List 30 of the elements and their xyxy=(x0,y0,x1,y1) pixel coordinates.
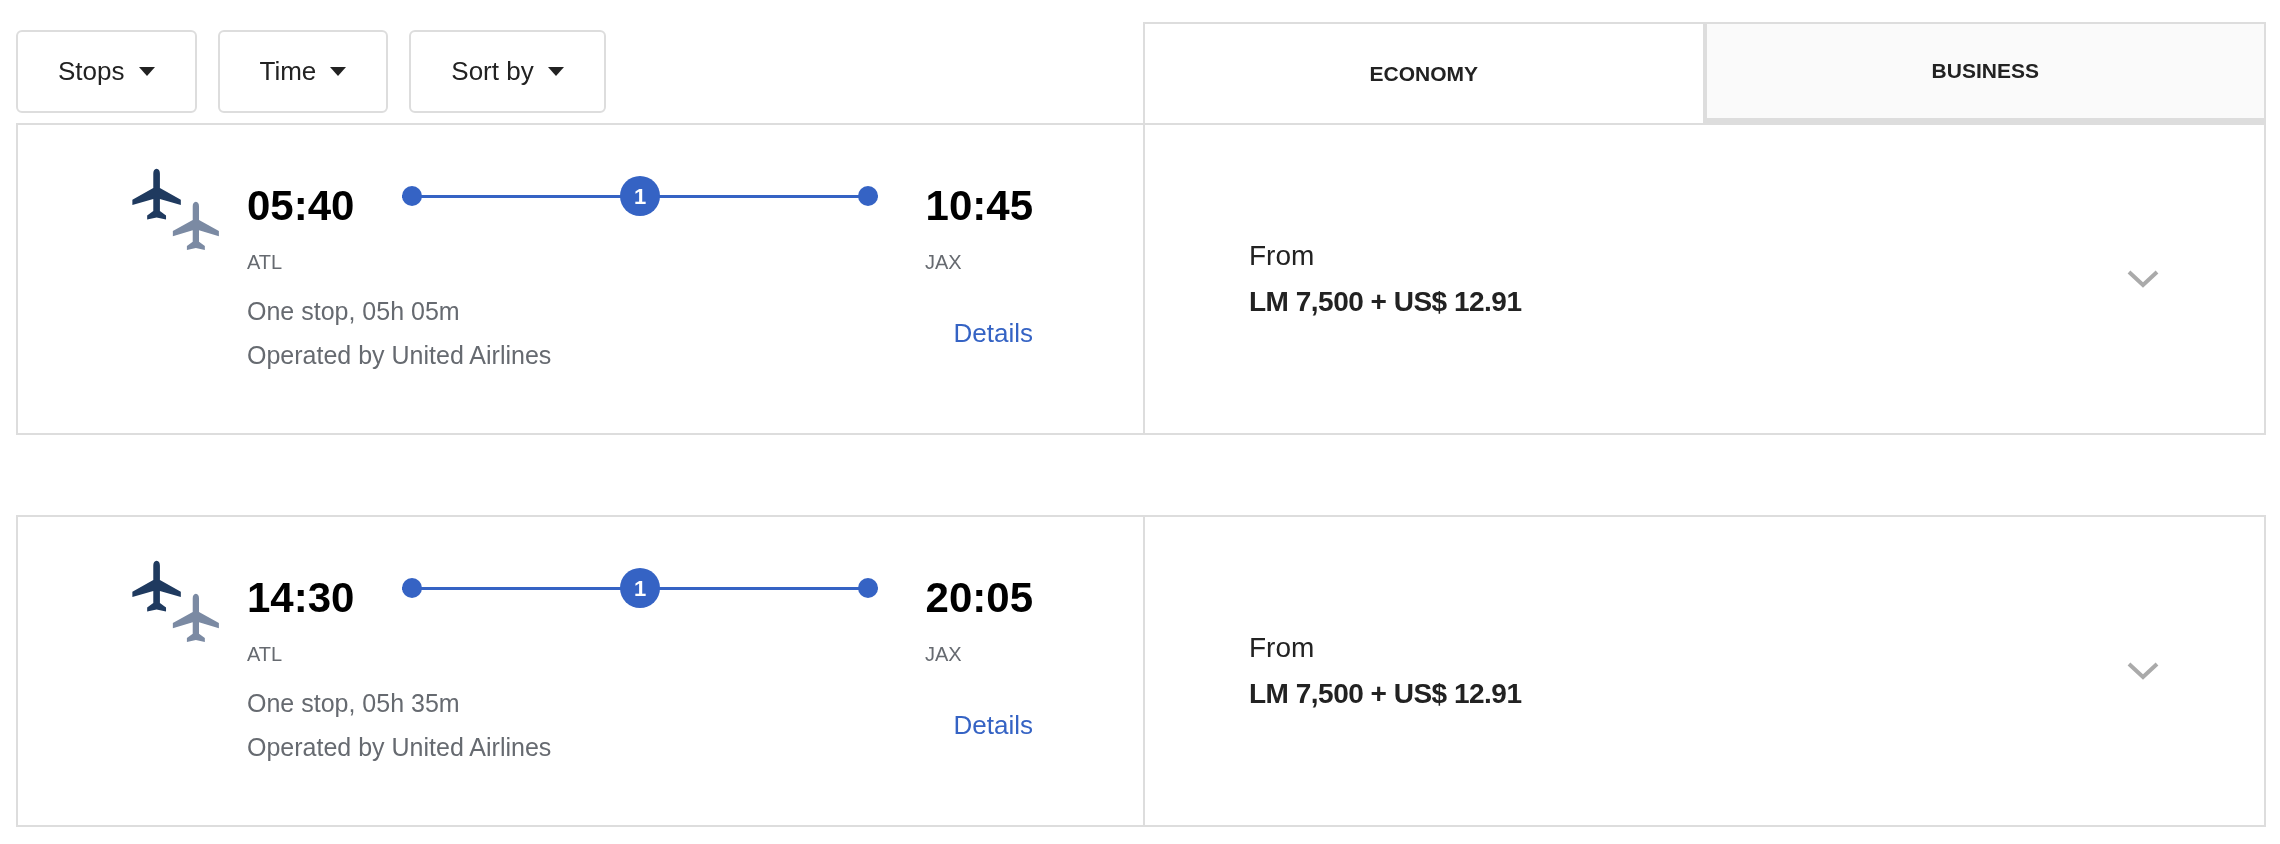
arrival-time: 10:45 xyxy=(925,185,1033,227)
cabin-tab[interactable]: BUSINESS xyxy=(1704,22,2266,123)
departure-time: 14:30 xyxy=(247,577,355,619)
chevron-icon[interactable] xyxy=(2126,269,2160,289)
caret-icon xyxy=(330,67,347,76)
cabin-tab[interactable]: ECONOMY xyxy=(1143,22,1705,123)
price: LM 7,500 + US$ 12.91 xyxy=(1249,677,1523,711)
chevron-icon[interactable] xyxy=(2126,661,2160,681)
arrival-airport: JAX xyxy=(925,642,963,667)
flight-summary: One stop, 05h 35m xyxy=(247,688,461,719)
arrival-airport: JAX xyxy=(925,250,963,275)
operator-text: Operated by United Airlines xyxy=(247,339,552,371)
filter-dropdown[interactable]: Sort by xyxy=(409,30,606,113)
price-label: From xyxy=(1249,239,1316,273)
price: LM 7,500 + US$ 12.91 xyxy=(1249,285,1523,319)
price-label: From xyxy=(1249,631,1316,665)
filter-dropdown[interactable]: Time xyxy=(217,30,389,113)
stops-badge: 1 xyxy=(620,568,660,608)
operator-text: Operated by United Airlines xyxy=(247,731,552,763)
departure-airport: ATL xyxy=(247,642,283,667)
details-link[interactable]: Details xyxy=(953,706,1033,745)
stops-badge: 1 xyxy=(620,176,660,216)
departure-airport: ATL xyxy=(247,250,283,275)
details-link[interactable]: Details xyxy=(953,314,1033,353)
caret-icon xyxy=(547,67,564,76)
flight-summary: One stop, 05h 05m xyxy=(247,296,461,327)
filter-dropdown[interactable]: Stops xyxy=(16,30,197,113)
departure-time: 05:40 xyxy=(247,185,355,227)
caret-icon xyxy=(138,67,155,76)
arrival-time: 20:05 xyxy=(925,577,1033,619)
